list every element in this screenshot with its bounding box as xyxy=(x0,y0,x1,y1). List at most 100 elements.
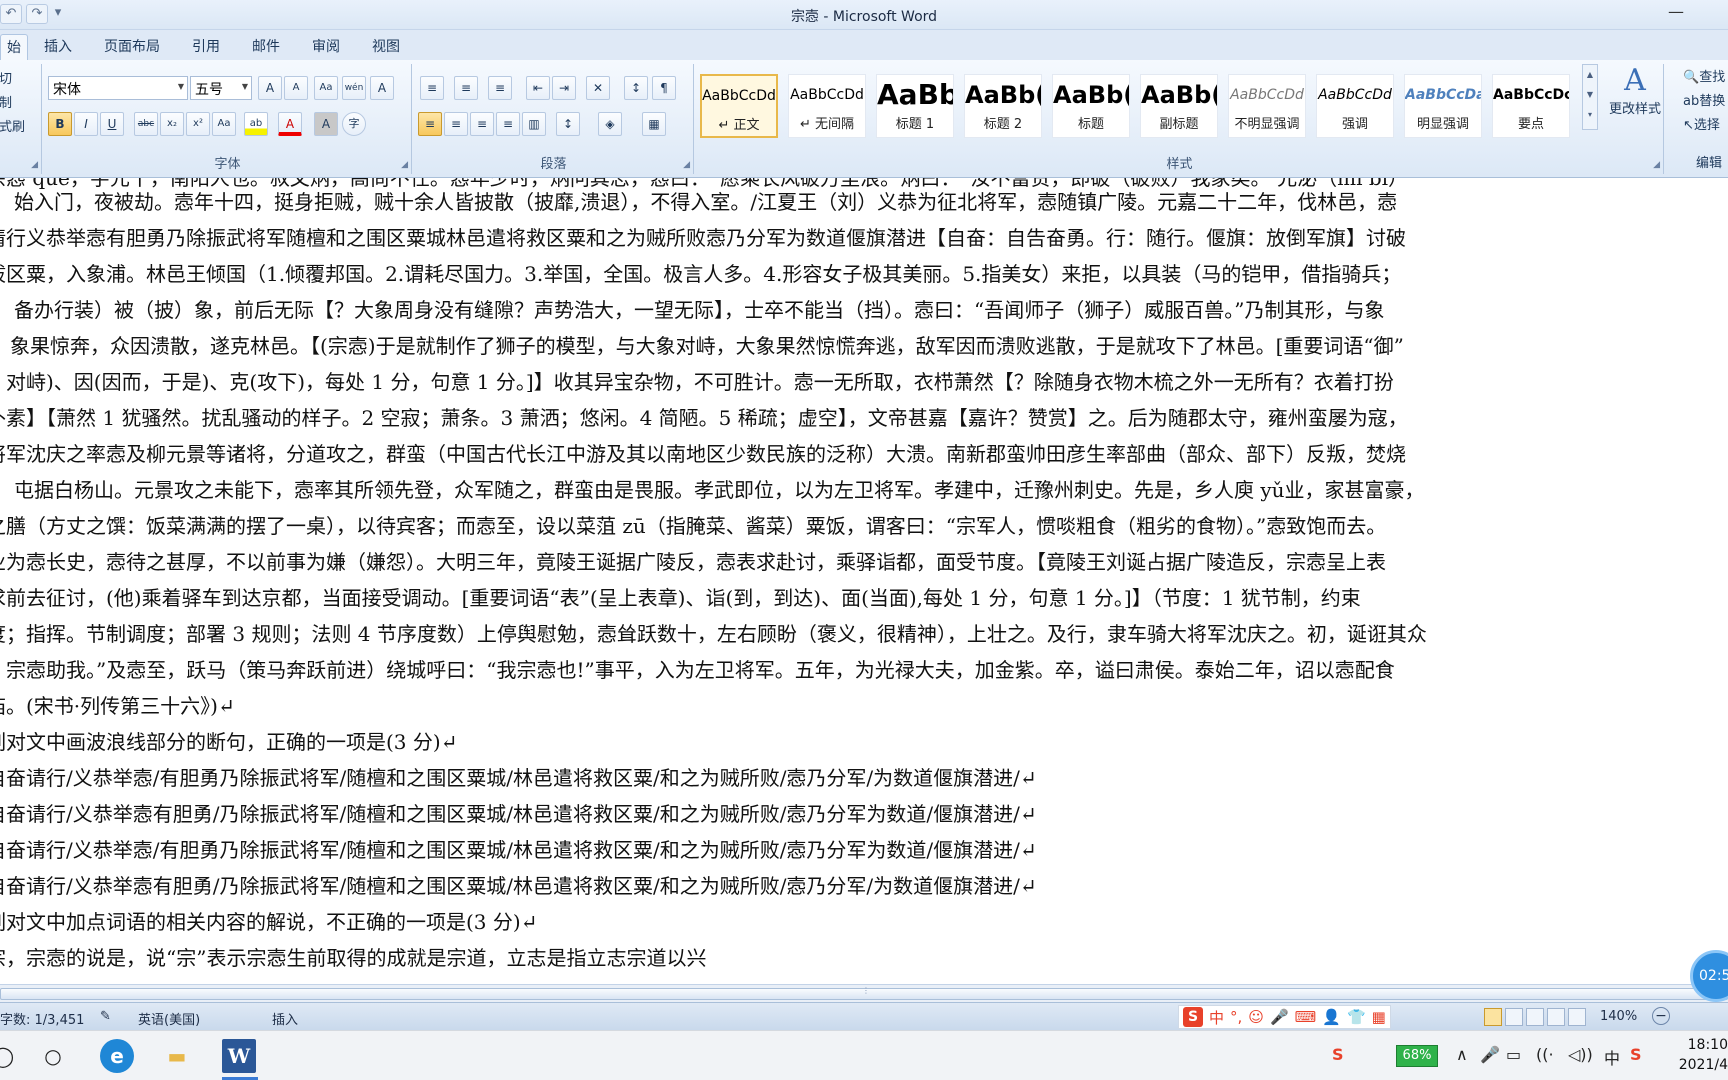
tab-references[interactable]: 引用 xyxy=(176,34,236,60)
underline-button[interactable]: U xyxy=(100,112,124,136)
volume-icon[interactable]: ◁)) xyxy=(1568,1045,1593,1064)
ime-punct-icon[interactable]: °, xyxy=(1230,1008,1242,1026)
line-spacing-button[interactable]: ↕ xyxy=(556,112,580,136)
char-border-button[interactable]: A xyxy=(370,76,394,100)
justify-button[interactable]: ≡ xyxy=(496,112,520,136)
wifi-icon[interactable]: ((· xyxy=(1536,1045,1554,1064)
style-title[interactable]: AaBb( 标题 xyxy=(1052,74,1130,138)
styles-launcher-icon[interactable]: ◢ xyxy=(1653,160,1660,170)
style-subtitle[interactable]: AaBb( 副标题 xyxy=(1140,74,1218,138)
style-intense-emphasis[interactable]: AaBbCcDa 明显强调 xyxy=(1404,74,1482,138)
shading-button[interactable]: ◈ xyxy=(598,112,622,136)
system-clock[interactable]: 18:10 2021/4 xyxy=(1672,1035,1728,1075)
subscript-button[interactable]: x₂ xyxy=(160,112,184,136)
tab-home[interactable]: 始 xyxy=(0,34,28,60)
style-heading-2[interactable]: AaBb( 标题 2 xyxy=(964,74,1042,138)
search-circle-icon[interactable]: ○ xyxy=(36,1039,70,1073)
zoom-level[interactable]: 140% xyxy=(1600,1009,1637,1024)
battery-indicator[interactable]: 68% xyxy=(1396,1045,1438,1067)
change-case-button[interactable]: Aa xyxy=(212,112,236,136)
horizontal-scrollbar[interactable]: ⋮ xyxy=(0,984,1728,1002)
align-center-button[interactable]: ≡ xyxy=(444,112,468,136)
ime-voice-icon[interactable]: 🎤 xyxy=(1270,1008,1289,1026)
show-hidden-icons-icon[interactable]: ∧ xyxy=(1456,1045,1468,1064)
format-painter-button[interactable]: 格式刷 xyxy=(0,116,25,135)
battery-icon[interactable]: ▭ xyxy=(1506,1045,1521,1064)
ime-chinese-mode[interactable]: 中 xyxy=(1209,1007,1224,1028)
bold-button[interactable]: B xyxy=(48,112,72,136)
font-name-combo[interactable]: 宋体 ▼ xyxy=(48,76,188,100)
font-color-button[interactable]: A xyxy=(278,112,302,136)
style-subtle-emphasis[interactable]: AaBbCcDd 不明显强调 xyxy=(1228,74,1306,138)
sogou-tray-icon[interactable]: S xyxy=(1332,1045,1344,1064)
bullets-button[interactable]: ≡ xyxy=(420,76,444,100)
language-status[interactable]: 英语(美国) xyxy=(138,1009,200,1028)
replace-button[interactable]: ab替换 xyxy=(1683,90,1725,109)
tab-mailings[interactable]: 邮件 xyxy=(236,34,296,60)
ime-skin-icon[interactable]: 👕 xyxy=(1347,1008,1366,1026)
microphone-icon[interactable]: 🎤 xyxy=(1480,1045,1500,1064)
sogou-icon[interactable]: S xyxy=(1183,1007,1203,1027)
copy-button[interactable]: 复制 xyxy=(0,92,12,111)
char-shading-button[interactable]: A xyxy=(314,112,338,136)
document-area[interactable]: 宗悫 que，字元干，南阳人也。叔父炳，高尚不仕。悫年少时，炳问其志，悫曰：“愿… xyxy=(0,178,1728,984)
shrink-font-button[interactable]: A xyxy=(284,76,308,100)
style-heading-1[interactable]: AaBb 标题 1 xyxy=(876,74,954,138)
change-styles-button[interactable]: A 更改样式 xyxy=(1600,64,1670,118)
zoom-out-icon[interactable]: − xyxy=(1652,1007,1670,1025)
ime-emoji-icon[interactable]: ☺ xyxy=(1248,1008,1264,1026)
print-layout-view-icon[interactable] xyxy=(1484,1008,1502,1026)
input-language-icon[interactable]: 中 xyxy=(1604,1045,1620,1069)
scroll-down-icon[interactable]: ▼ xyxy=(1583,85,1597,105)
web-layout-view-icon[interactable] xyxy=(1526,1008,1544,1026)
clear-format-button[interactable]: Aa xyxy=(314,76,338,100)
font-launcher-icon[interactable]: ◢ xyxy=(401,160,408,170)
word-icon[interactable]: W xyxy=(222,1039,256,1073)
borders-button[interactable]: ▦ xyxy=(642,112,666,136)
style-strong[interactable]: AaBbCcDc 要点 xyxy=(1492,74,1570,138)
start-icon[interactable]: ◯ xyxy=(0,1039,20,1073)
ime-toolbox-icon[interactable]: ▦ xyxy=(1372,1008,1386,1026)
style-no-spacing[interactable]: AaBbCcDd ↵ 无间隔 xyxy=(788,74,866,138)
proofing-icon[interactable]: ✎ xyxy=(100,1009,111,1024)
numbering-button[interactable]: ≡ xyxy=(454,76,478,100)
full-screen-reading-view-icon[interactable] xyxy=(1505,1008,1523,1026)
highlight-button[interactable]: ab xyxy=(244,112,268,136)
edge-icon[interactable]: e xyxy=(100,1039,134,1073)
tab-view[interactable]: 视图 xyxy=(356,34,416,60)
style-normal[interactable]: AaBbCcDd ↵ 正文 xyxy=(700,74,778,138)
asian-layout-button[interactable]: ✕ xyxy=(586,76,610,100)
draft-view-icon[interactable] xyxy=(1568,1008,1586,1026)
show-marks-button[interactable]: ¶ xyxy=(652,76,676,100)
grow-font-button[interactable]: A xyxy=(258,76,282,100)
insert-mode-status[interactable]: 插入 xyxy=(272,1009,298,1028)
sort-button[interactable]: ↕ xyxy=(624,76,648,100)
minimize-button[interactable]: — xyxy=(1668,2,1684,21)
superscript-button[interactable]: x² xyxy=(186,112,210,136)
gallery-more-icon[interactable]: ▾ xyxy=(1583,105,1597,125)
increase-indent-button[interactable]: ⇥ xyxy=(552,76,576,100)
paragraph-launcher-icon[interactable]: ◢ xyxy=(683,160,690,170)
word-count[interactable]: 字数: 1/3,451 xyxy=(0,1009,84,1028)
align-left-button[interactable]: ≡ xyxy=(418,112,442,136)
clipboard-launcher-icon[interactable]: ◢ xyxy=(31,160,38,170)
scroll-up-icon[interactable]: ▲ xyxy=(1583,65,1597,85)
enclose-char-button[interactable]: 字 xyxy=(342,112,366,136)
ime-toolbar[interactable]: S 中 °, ☺ 🎤 ⌨ 👤 👕 ▦ xyxy=(1178,1005,1391,1029)
tab-insert[interactable]: 插入 xyxy=(28,34,88,60)
strikethrough-button[interactable]: abc xyxy=(134,112,158,136)
multilevel-list-button[interactable]: ≡ xyxy=(488,76,512,100)
align-right-button[interactable]: ≡ xyxy=(470,112,494,136)
style-emphasis[interactable]: AaBbCcDd 强调 xyxy=(1316,74,1394,138)
outline-view-icon[interactable] xyxy=(1547,1008,1565,1026)
distributed-button[interactable]: ▥ xyxy=(522,112,546,136)
phonetic-guide-button[interactable]: wén xyxy=(342,76,366,100)
font-size-combo[interactable]: 五号 ▼ xyxy=(190,76,252,100)
decrease-indent-button[interactable]: ⇤ xyxy=(526,76,550,100)
italic-button[interactable]: I xyxy=(74,112,98,136)
tab-review[interactable]: 审阅 xyxy=(296,34,356,60)
tab-page-layout[interactable]: 页面布局 xyxy=(88,34,176,60)
ime-user-icon[interactable]: 👤 xyxy=(1322,1008,1341,1026)
ime-keyboard-icon[interactable]: ⌨ xyxy=(1295,1008,1317,1026)
cut-button[interactable]: 剪切 xyxy=(0,68,12,87)
